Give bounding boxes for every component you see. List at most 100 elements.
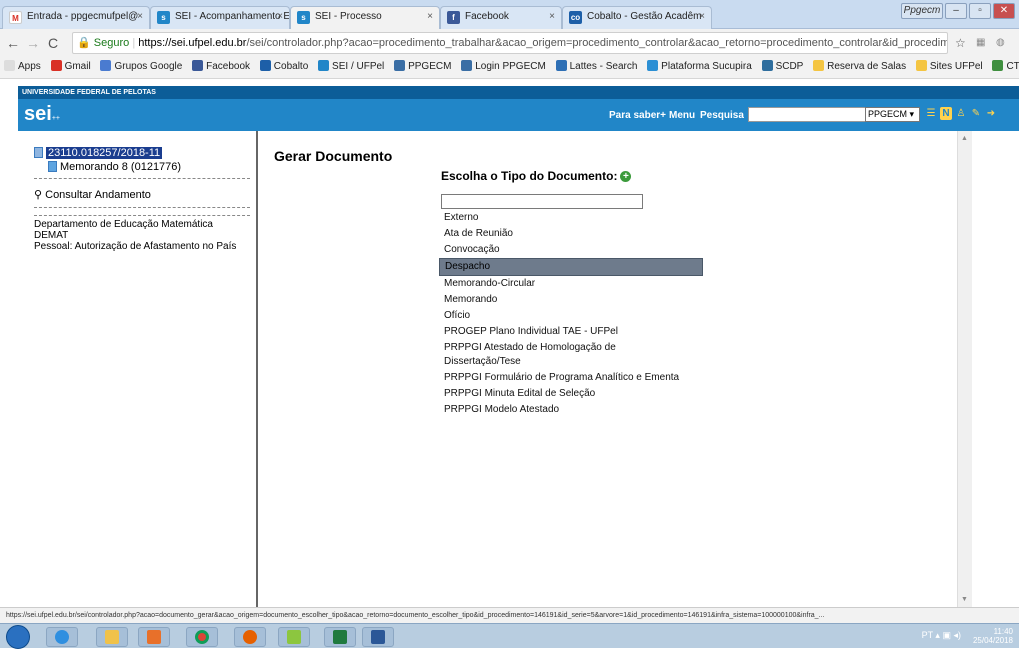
process-node[interactable]: 23110.018257/2018-11: [34, 147, 163, 159]
start-button-icon[interactable]: [6, 625, 30, 649]
forward-icon[interactable]: →: [26, 35, 40, 51]
network-icon[interactable]: ▣: [942, 630, 951, 640]
scroll-down-icon[interactable]: ▼: [961, 596, 968, 603]
profile-button[interactable]: Ppgecm: [901, 3, 943, 19]
doc-type-option[interactable]: Externo: [439, 210, 703, 226]
pesquisa-link[interactable]: Pesquisa: [700, 110, 744, 121]
maximize-icon[interactable]: ▫: [969, 3, 991, 19]
menu-link[interactable]: Menu: [669, 110, 695, 121]
bookmark-label: Login PPGECM: [475, 61, 546, 72]
bookmark-apps[interactable]: Apps: [4, 57, 41, 77]
browser-tab-sei-processo[interactable]: s SEI - Processo ×: [290, 6, 440, 29]
explorer-taskbar-icon[interactable]: [96, 627, 128, 647]
bookmark-label: Apps: [18, 61, 41, 72]
url-input[interactable]: 🔒 Seguro | https://sei.ufpel.edu.br/sei/…: [72, 32, 948, 54]
vertical-scrollbar[interactable]: ▲ ▼: [957, 131, 972, 607]
scroll-up-icon[interactable]: ▲: [961, 135, 968, 142]
bookmark-label: CTI | Suporte: [1006, 61, 1019, 72]
firefox-taskbar-icon[interactable]: [234, 627, 266, 647]
bookmark-login-ppgecm[interactable]: Login PPGECM: [461, 57, 546, 77]
doc-type-option[interactable]: PRPPGI Atestado de Homologação de Disser…: [439, 340, 639, 370]
unit-select-value: PPGECM: [868, 109, 908, 119]
tools-icon[interactable]: ✎: [970, 107, 982, 120]
unit-name: Departamento de Educação Matemática: [34, 219, 213, 230]
notes-icon[interactable]: N: [940, 107, 952, 120]
reload-icon[interactable]: C: [48, 35, 58, 51]
star-icon[interactable]: ☆: [955, 36, 966, 50]
consultar-andamento-link[interactable]: ⚲ Consultar Andamento: [34, 188, 151, 201]
language-indicator[interactable]: PT: [922, 630, 933, 640]
doc-type-option[interactable]: PROGEP Plano Individual TAE - UFPel: [439, 324, 703, 340]
doc-type-option[interactable]: Ata de Reunião: [439, 226, 703, 242]
close-window-icon[interactable]: ✕: [993, 3, 1015, 19]
sei-icon: [318, 60, 330, 71]
bookmark-cti-suporte[interactable]: CTI | Suporte: [992, 57, 1019, 77]
tab-title: Cobalto - Gestão Acadêm: [587, 11, 702, 22]
bookmark-sites-ufpel[interactable]: Sites UFPel: [915, 57, 983, 77]
browser-tab-sei-acompanhamento[interactable]: s SEI - Acompanhamento E ×: [150, 6, 290, 29]
process-number[interactable]: 23110.018257/2018-11: [46, 147, 163, 159]
chrome-taskbar-icon[interactable]: [186, 627, 218, 647]
close-icon[interactable]: ×: [549, 11, 555, 22]
folder-taskbar-icon[interactable]: [278, 627, 310, 647]
doc-type-filter-input[interactable]: [441, 194, 643, 209]
sucupira-icon: [647, 60, 659, 71]
extension-icon[interactable]: ▦: [976, 37, 985, 48]
url-domain: https://sei.ufpel.edu.br: [138, 37, 247, 49]
user-icon[interactable]: ♙: [955, 107, 967, 120]
add-icon[interactable]: +: [620, 171, 632, 182]
bookmark-grupos-google[interactable]: Grupos Google: [100, 57, 182, 77]
bookmark-sei-ufpel[interactable]: SEI / UFPel: [318, 57, 384, 77]
document-node[interactable]: Memorando 8 (0121776): [48, 161, 181, 173]
ie-taskbar-icon[interactable]: [46, 627, 78, 647]
doc-type-option[interactable]: Memorando-Circular: [439, 276, 703, 292]
folder-icon: [34, 147, 43, 158]
bookmark-label: Cobalto: [273, 61, 309, 72]
browser-tab-facebook[interactable]: f Facebook ×: [440, 6, 562, 29]
media-taskbar-icon[interactable]: [138, 627, 170, 647]
bookmark-ppgecm[interactable]: PPGECM: [394, 57, 451, 77]
sei-logo[interactable]: sei++: [24, 104, 60, 129]
doc-type-option[interactable]: PRPPGI Modelo Atestado: [439, 402, 703, 418]
close-icon[interactable]: ×: [427, 11, 433, 22]
bookmark-label: PPGECM: [408, 61, 452, 72]
doc-type-option[interactable]: Convocação: [439, 242, 703, 258]
bookmark-sucupira[interactable]: Plataforma Sucupira: [647, 57, 752, 77]
doc-type-option-selected[interactable]: Despacho: [439, 258, 703, 276]
bookmark-facebook[interactable]: Facebook: [192, 57, 250, 77]
doc-type-option[interactable]: PRPPGI Formulário de Programa Analítico …: [439, 370, 703, 386]
bookmark-scdp[interactable]: SCDP: [761, 57, 803, 77]
doc-type-option[interactable]: Ofício: [439, 308, 703, 324]
browser-tab-gmail[interactable]: M Entrada - ppgecmufpel@ ×: [2, 6, 150, 29]
document-label[interactable]: Memorando 8 (0121776): [60, 161, 181, 173]
exit-icon[interactable]: ➜: [985, 107, 997, 120]
extension-icon[interactable]: ◍: [996, 37, 1005, 48]
close-icon[interactable]: ×: [137, 11, 143, 22]
bookmark-reserva-salas[interactable]: Reserva de Salas: [813, 57, 906, 77]
volume-icon[interactable]: ◂): [953, 630, 961, 640]
folder-icon: [813, 60, 825, 71]
minimize-icon[interactable]: –: [945, 3, 967, 19]
bookmark-lattes[interactable]: Lattes - Search: [555, 57, 638, 77]
bookmark-label: Lattes - Search: [569, 61, 638, 72]
browser-tab-cobalto[interactable]: co Cobalto - Gestão Acadêm ×: [562, 6, 712, 29]
clock[interactable]: 11:40 25/04/2018: [973, 627, 1013, 645]
search-input[interactable]: [748, 107, 876, 122]
back-icon[interactable]: ←: [6, 35, 20, 51]
doc-type-option[interactable]: Memorando: [439, 292, 703, 308]
list-icon[interactable]: ☰: [925, 107, 937, 120]
bookmark-gmail[interactable]: Gmail: [50, 57, 91, 77]
doc-type-option[interactable]: PRPPGI Minuta Edital de Seleção: [439, 386, 703, 402]
close-icon[interactable]: ×: [277, 11, 283, 22]
status-bar: https://sei.ufpel.edu.br/sei/controlador…: [0, 607, 1019, 623]
cti-icon: [992, 60, 1004, 71]
tab-title: Facebook: [465, 11, 509, 22]
bookmark-cobalto[interactable]: Cobalto: [259, 57, 309, 77]
para-saber-link[interactable]: Para saber+: [609, 110, 666, 121]
facebook-icon: f: [447, 11, 460, 24]
close-icon[interactable]: ×: [699, 11, 705, 22]
sei-header: sei++ Para saber+ Menu Pesquisa PPGECM ▾…: [18, 99, 1019, 131]
unit-select[interactable]: PPGECM ▾: [865, 107, 920, 122]
word-taskbar-icon[interactable]: [362, 627, 394, 647]
excel-taskbar-icon[interactable]: [324, 627, 356, 647]
